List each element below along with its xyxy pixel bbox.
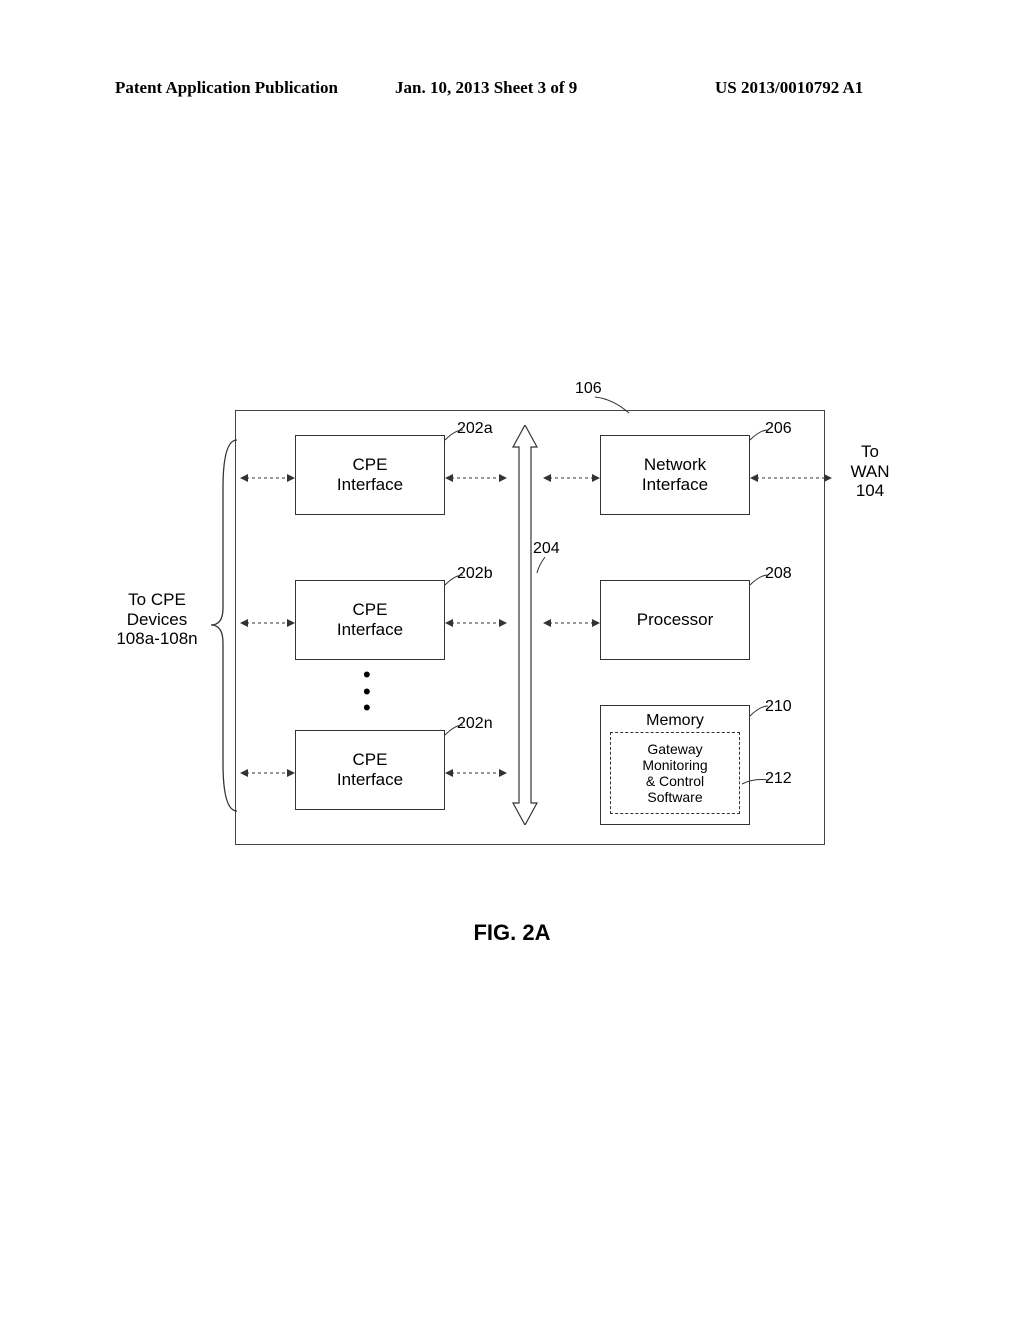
cpe-interface-202b: CPEInterface	[295, 580, 445, 660]
arrow-cpe-n-to-bus	[445, 767, 507, 768]
ref-lead-202n	[443, 723, 465, 737]
ref-lead-212	[740, 776, 770, 790]
vertical-ellipsis: •••	[363, 667, 371, 717]
ref-lead-202a	[443, 428, 465, 442]
ref-lead-204	[535, 555, 551, 575]
left-brace	[209, 438, 239, 813]
ref-lead-106	[593, 395, 633, 417]
arrow-bus-to-processor	[543, 617, 600, 618]
header-left: Patent Application Publication	[115, 78, 338, 98]
ref-lead-210	[748, 704, 770, 718]
cpe-interface-202a: CPEInterface	[295, 435, 445, 515]
block-label: CPEInterface	[337, 600, 403, 639]
block-label: Processor	[637, 610, 714, 630]
bus-204	[507, 425, 543, 825]
block-label: CPEInterface	[337, 750, 403, 789]
label-to-cpe-devices: To CPEDevices108a-108n	[107, 590, 207, 649]
page: Patent Application Publication Jan. 10, …	[0, 0, 1024, 1320]
figure-caption: FIG. 2A	[0, 920, 1024, 946]
arrow-cpe-n-to-devices	[240, 767, 295, 768]
arrow-cpe-a-to-devices	[240, 472, 295, 473]
arrow-net-if-to-wan	[750, 472, 832, 473]
ref-lead-208	[748, 573, 770, 587]
processor-208: Processor	[600, 580, 750, 660]
block-label: GatewayMonitoring& ControlSoftware	[642, 741, 707, 805]
block-label: Memory	[601, 712, 749, 730]
block-label: NetworkInterface	[642, 455, 708, 494]
ref-lead-206	[748, 428, 770, 442]
label-to-wan: ToWAN104	[835, 442, 905, 501]
network-interface-206: NetworkInterface	[600, 435, 750, 515]
cpe-interface-202n: CPEInterface	[295, 730, 445, 810]
arrow-cpe-a-to-bus	[445, 472, 507, 473]
arrow-cpe-b-to-devices	[240, 617, 295, 618]
software-212: GatewayMonitoring& ControlSoftware	[610, 732, 740, 814]
page-header: Patent Application Publication Jan. 10, …	[0, 78, 1024, 108]
block-label: CPEInterface	[337, 455, 403, 494]
header-pub-number: US 2013/0010792 A1	[715, 78, 863, 98]
arrow-bus-to-net-if	[543, 472, 600, 473]
header-date-sheet: Jan. 10, 2013 Sheet 3 of 9	[395, 78, 577, 98]
ref-lead-202b	[443, 573, 465, 587]
arrow-cpe-b-to-bus	[445, 617, 507, 618]
figure-2a-diagram: CPEInterface CPEInterface CPEInterface •…	[115, 380, 915, 855]
